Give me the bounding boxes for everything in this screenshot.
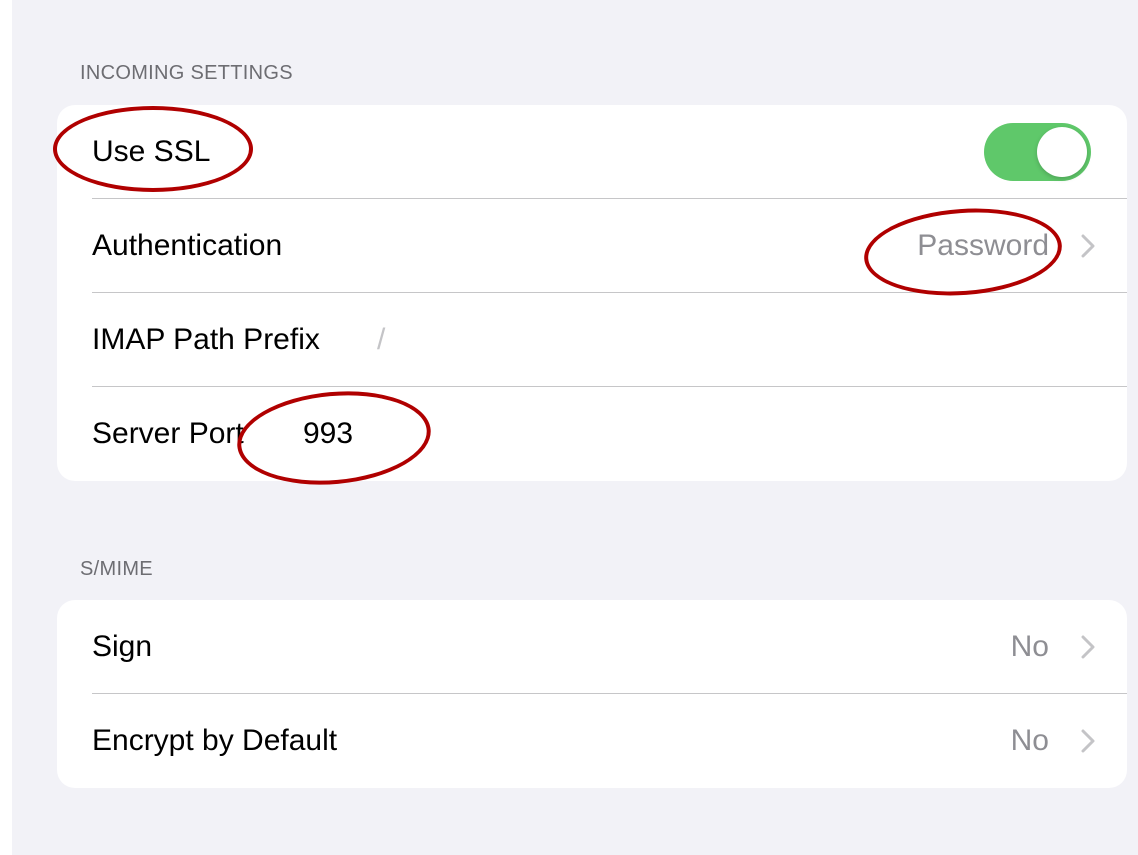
authentication-value: Password — [917, 228, 1049, 262]
sign-label: Sign — [92, 629, 153, 663]
smime-header: S/MIME — [80, 558, 153, 580]
incoming-settings-group: Use SSL Authentication Password IMAP Pat… — [57, 105, 1127, 481]
imap-path-prefix-row: IMAP Path Prefix / — [57, 293, 1127, 386]
encrypt-by-default-value: No — [1010, 723, 1049, 757]
incoming-settings-header: INCOMING SETTINGS — [80, 62, 293, 84]
encrypt-by-default-label: Encrypt by Default — [92, 723, 338, 757]
settings-screen: INCOMING SETTINGS Use SSL Authentication… — [12, 0, 1138, 855]
authentication-label: Authentication — [92, 228, 283, 262]
server-port-field[interactable]: 993 — [303, 417, 353, 451]
imap-path-prefix-label: IMAP Path Prefix — [92, 322, 320, 356]
use-ssl-label: Use SSL — [92, 134, 211, 168]
server-port-label: Server Port — [92, 416, 244, 450]
server-port-row: Server Port 993 — [57, 387, 1127, 480]
authentication-row[interactable]: Authentication Password — [57, 199, 1127, 292]
chevron-right-icon — [1081, 635, 1095, 658]
sign-row[interactable]: Sign No — [57, 600, 1127, 693]
imap-path-prefix-field[interactable]: / — [377, 323, 385, 357]
chevron-right-icon — [1081, 234, 1095, 257]
chevron-right-icon — [1081, 729, 1095, 752]
toggle-knob — [1037, 126, 1087, 177]
use-ssl-row: Use SSL — [57, 105, 1127, 198]
sign-value: No — [1010, 629, 1049, 663]
use-ssl-toggle[interactable] — [984, 122, 1091, 181]
smime-group: Sign No Encrypt by Default No — [57, 600, 1127, 788]
encrypt-by-default-row[interactable]: Encrypt by Default No — [57, 694, 1127, 787]
